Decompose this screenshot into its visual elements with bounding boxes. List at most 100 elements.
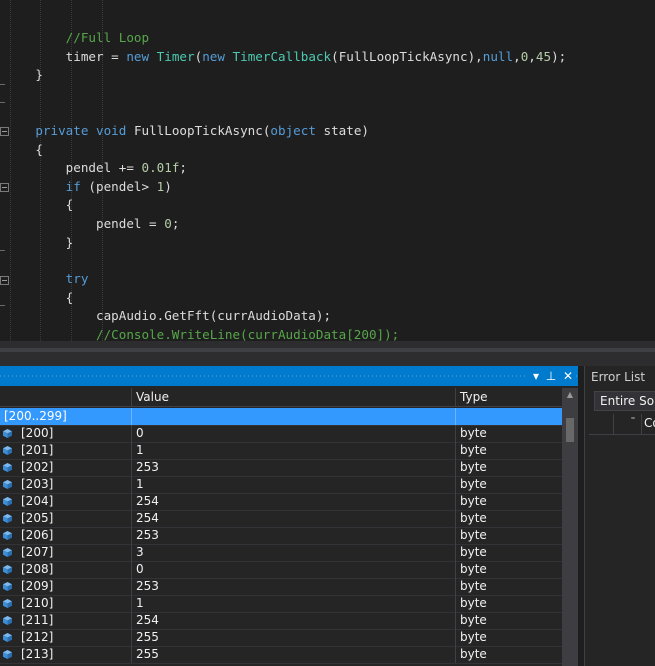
value-cell[interactable]: 0 (131, 425, 455, 442)
scrollbar-thumb[interactable] (566, 418, 574, 442)
code-token: ) (164, 179, 172, 194)
table-row[interactable]: [202] 253 byte (0, 459, 562, 477)
value-cell[interactable]: 253 (131, 578, 455, 595)
type-cell: byte (455, 646, 562, 663)
locals-panel: ▾ ⊥ ✕ Value Type [200..299] [200] 0 byte [2… (0, 366, 578, 666)
code-line[interactable]: pendel += 0.01f; (5, 159, 187, 177)
column-header-icon[interactable] (589, 414, 614, 434)
name-cell: [201] (21, 443, 54, 457)
scroll-up-icon[interactable]: ▲ (562, 388, 578, 402)
value-cell[interactable]: 254 (131, 493, 455, 510)
code-line[interactable]: pendel = 0; (5, 215, 179, 233)
table-row[interactable]: [206] 253 byte (0, 527, 562, 545)
value-cell[interactable]: 0 (131, 561, 455, 578)
value-cell[interactable]: 255 (131, 629, 455, 646)
table-row[interactable]: [200] 0 byte (0, 425, 562, 443)
value-cell[interactable]: 255 (131, 646, 455, 663)
name-cell: [203] (21, 477, 54, 491)
name-cell: [211] (21, 613, 54, 627)
code-token: null (482, 49, 514, 64)
table-row[interactable]: [203] 1 byte (0, 476, 562, 494)
error-list-title[interactable]: Error List (591, 370, 645, 384)
code-line[interactable]: timer = new Timer(new TimerCallback(Full… (5, 48, 567, 66)
type-cell: byte (455, 629, 562, 646)
code-line[interactable]: { (5, 141, 43, 159)
code-token: (FullLoopTickAsync), (331, 49, 483, 64)
code-line[interactable]: { (5, 289, 74, 307)
sort-icon[interactable]: ⁼ (625, 414, 642, 434)
table-row[interactable]: [204] 254 byte (0, 493, 562, 511)
code-token: } (5, 235, 74, 250)
code-line[interactable]: } (5, 66, 43, 84)
table-row[interactable]: [213] 255 byte (0, 646, 562, 664)
code-line[interactable] (5, 0, 66, 8)
code-line[interactable]: private void FullLoopTickAsync(object st… (5, 122, 369, 140)
name-cell: [208] (21, 562, 54, 576)
code-token: capAudio.GetFft(currAudioData); (5, 308, 332, 323)
code-line[interactable]: { (5, 196, 74, 214)
table-row[interactable]: [201] 1 byte (0, 442, 562, 460)
code-token: (pendel> (88, 179, 157, 194)
type-cell: byte (455, 425, 562, 442)
code-token: } (5, 67, 43, 82)
value-cell[interactable]: 253 (131, 527, 455, 544)
table-row[interactable]: [209] 253 byte (0, 578, 562, 596)
code-line[interactable]: //Console.WriteLine(currAudioData[200]); (5, 326, 399, 341)
code-token: Timer (156, 49, 195, 64)
name-cell: [205] (21, 511, 54, 525)
value-cell[interactable]: 1 (131, 476, 455, 493)
code-line[interactable] (5, 10, 66, 28)
code-line[interactable]: } (5, 234, 74, 252)
value-cell[interactable]: 253 (131, 459, 455, 476)
vertical-scrollbar[interactable]: ▲ (562, 388, 578, 666)
close-icon[interactable]: ✕ (560, 368, 576, 384)
code-token: { (5, 142, 43, 157)
value-cell[interactable]: 254 (131, 510, 455, 527)
grid-header: Value Type (0, 388, 562, 407)
name-cell: [212] (21, 630, 54, 644)
code-token: FullLoopTickAsync( (133, 123, 271, 138)
panel-title-grip[interactable] (0, 366, 578, 386)
error-scope-dropdown[interactable]: Entire Solution (594, 391, 655, 411)
splitter-bar[interactable] (0, 348, 655, 352)
window-splitter[interactable] (0, 341, 655, 366)
code-token: , (513, 49, 521, 64)
type-cell: byte (455, 510, 562, 527)
code-token: state) (323, 123, 370, 138)
code-line[interactable]: //Full Loop (5, 29, 149, 47)
name-cell: [200] (21, 426, 54, 440)
table-row[interactable]: [208] 0 byte (0, 561, 562, 579)
code-token: , (528, 49, 536, 64)
value-cell[interactable]: 1 (131, 595, 455, 612)
code-token: new (126, 49, 157, 64)
code-token: timer = (5, 49, 127, 64)
name-cell: [207] (21, 545, 54, 559)
column-header-name[interactable] (0, 388, 131, 406)
table-row[interactable]: [210] 1 byte (0, 595, 562, 613)
value-cell[interactable]: 3 (131, 544, 455, 561)
name-cell: [206] (21, 528, 54, 542)
column-header-code[interactable]: Co (644, 416, 655, 430)
type-cell: byte (455, 595, 562, 612)
column-header-value[interactable]: Value (131, 388, 455, 406)
code-line[interactable]: capAudio.GetFft(currAudioData); (5, 307, 331, 325)
window-position-dropdown-icon[interactable]: ▾ (528, 368, 544, 384)
table-row[interactable]: [211] 254 byte (0, 612, 562, 630)
table-row[interactable]: [205] 254 byte (0, 510, 562, 528)
table-row[interactable]: [207] 3 byte (0, 544, 562, 562)
column-header-type[interactable]: Type (455, 388, 562, 406)
code-token: pendel = (5, 216, 165, 231)
table-row[interactable]: [212] 255 byte (0, 629, 562, 647)
table-row-group-selected[interactable]: [200..299] (0, 408, 562, 426)
value-cell[interactable]: 254 (131, 612, 455, 629)
code-line[interactable]: try (5, 270, 89, 288)
pin-icon[interactable]: ⊥ (543, 368, 559, 384)
code-token: ; (179, 160, 187, 175)
code-line[interactable]: if (pendel> 1) (5, 178, 172, 196)
code-editor[interactable]: //Full Loop timer = new Timer(new TimerC… (0, 0, 655, 341)
value-cell[interactable]: 1 (131, 442, 455, 459)
